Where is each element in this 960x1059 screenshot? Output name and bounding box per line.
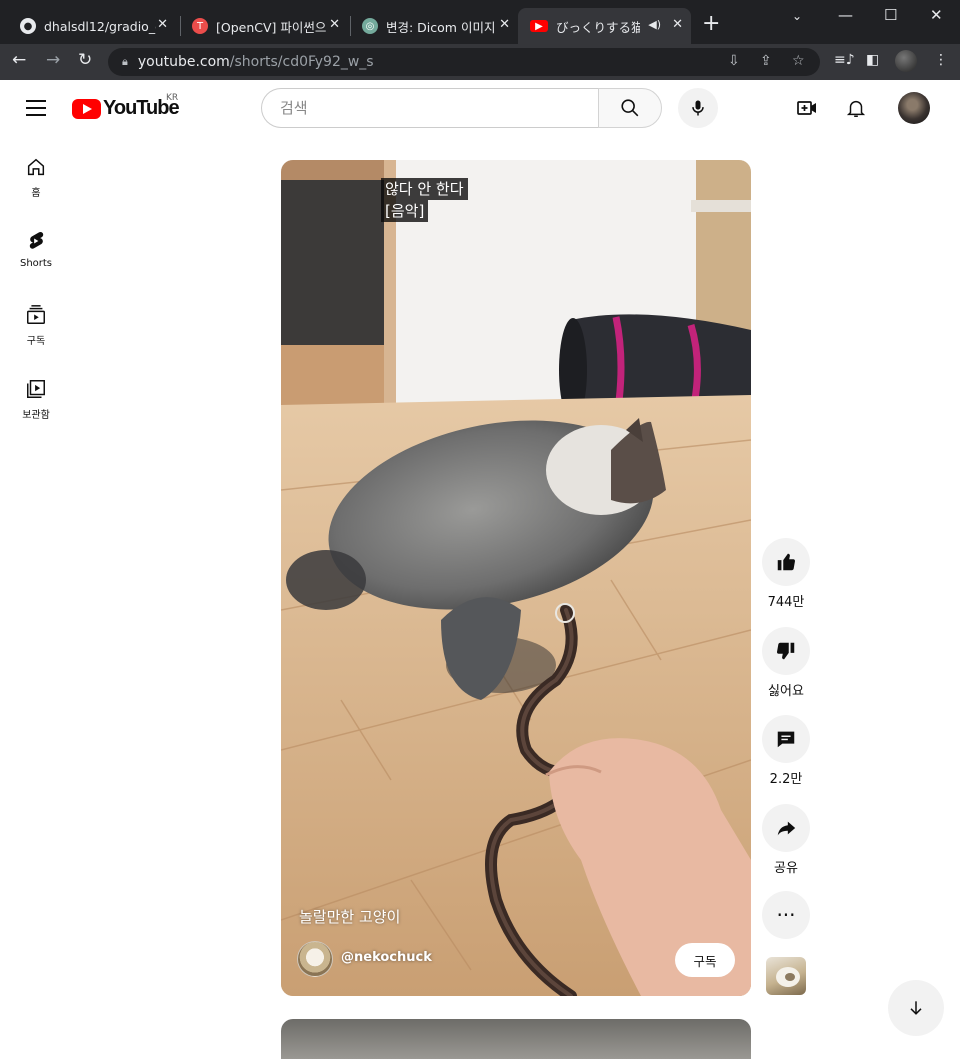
close-icon[interactable]: ✕ (672, 17, 683, 32)
browser-tab-github[interactable]: ● dhalsdl12/gradio_d ✕ (8, 8, 176, 44)
share-label: 공유 (774, 861, 798, 876)
video-frame-cat-and-toy-snake (281, 160, 751, 996)
dislike-button[interactable] (762, 627, 810, 675)
shorts-title[interactable]: 놀랄만한 고양이 (299, 906, 400, 927)
search-button[interactable] (598, 88, 662, 128)
create-video-icon (797, 101, 816, 115)
more-action: ··· (762, 891, 810, 939)
new-tab-button[interactable]: + (702, 13, 720, 35)
guide-item-label: 구독 (26, 336, 46, 347)
forward-icon[interactable]: → (46, 50, 60, 70)
browser-tab-chatgpt[interactable]: ◎ 변경: Dicom 이미지 ✕ (350, 8, 518, 44)
search-input[interactable] (262, 89, 599, 127)
youtube-favicon: ▶ (530, 20, 548, 32)
shorts-video-player[interactable]: 않다 안 한다 [음악] 놀랄만한 고양이 @nekochuck 구독 (281, 160, 751, 996)
tab-title: 변경: Dicom 이미지 (386, 19, 496, 35)
dislike-label: 싫어요 (768, 684, 804, 699)
sound-source-thumbnail[interactable] (766, 957, 806, 995)
browser-menu-icon[interactable]: ⋮ (934, 52, 948, 68)
chatgpt-icon: ◎ (362, 18, 378, 34)
github-icon: ● (20, 18, 36, 34)
channel-avatar[interactable] (297, 941, 333, 977)
speaker-icon[interactable]: ◀) (648, 18, 661, 31)
country-code: KR (166, 93, 179, 103)
close-icon[interactable]: ✕ (329, 17, 340, 32)
next-short-preview[interactable] (281, 1019, 751, 1059)
microphone-icon (692, 100, 704, 116)
like-button[interactable] (762, 538, 810, 586)
guide-menu-icon[interactable] (26, 100, 46, 116)
search-box (261, 88, 599, 128)
comments-action: 2.2만 (762, 715, 810, 787)
browser-toolbar: ← → ↻ 🔒︎ youtube.com/shorts/cd0Fy92_w_s … (0, 44, 960, 80)
guide-item-home[interactable]: 홈 (4, 136, 68, 210)
share-button[interactable] (762, 804, 810, 852)
closed-captions: 않다 안 한다 [음악] (381, 178, 468, 222)
dislike-action: 싫어요 (762, 627, 810, 699)
youtube-play-logo-icon (72, 98, 101, 119)
url-host: youtube.com (137, 54, 230, 70)
caption-line: 않다 안 한다 (381, 178, 468, 200)
reload-icon[interactable]: ↻ (78, 50, 92, 70)
guide-item-shorts[interactable]: Shorts (4, 210, 68, 284)
media-control-icon[interactable]: ≡♪ (834, 52, 855, 68)
create-button[interactable] (795, 96, 819, 120)
minimize-icon[interactable]: — (838, 6, 853, 24)
thumbs-up-icon (777, 553, 796, 571)
more-options-button[interactable]: ··· (762, 891, 810, 939)
search-icon (621, 99, 639, 117)
guide-item-label: 홈 (31, 188, 41, 199)
side-panel-icon[interactable]: ◧ (866, 52, 879, 68)
address-bar[interactable]: 🔒︎ youtube.com/shorts/cd0Fy92_w_s ⇩ ⇪ ☆ (108, 48, 820, 76)
home-icon (27, 158, 45, 176)
close-icon[interactable]: ✕ (157, 17, 168, 32)
tab-title: dhalsdl12/gradio_d (44, 18, 156, 34)
bookmark-star-icon[interactable]: ☆ (792, 53, 805, 69)
next-video-button[interactable] (888, 980, 944, 1036)
sound-thumbnail-image (776, 967, 800, 987)
maximize-icon[interactable]: ☐ (884, 6, 897, 24)
subscribe-button[interactable]: 구독 (675, 943, 735, 977)
back-icon[interactable]: ← (12, 50, 26, 70)
browser-tab-opencv[interactable]: T [OpenCV] 파이썬으 ✕ (180, 8, 348, 44)
library-icon (27, 380, 45, 398)
like-action: 744만 (762, 538, 810, 610)
subscriptions-icon (27, 305, 45, 324)
browser-profile-avatar[interactable] (895, 50, 917, 72)
more-horizontal-icon: ··· (776, 903, 796, 927)
share-page-icon[interactable]: ⇪ (760, 53, 772, 69)
like-count: 744만 (767, 595, 805, 610)
tab-search-icon[interactable]: ⌄ (792, 9, 802, 23)
tab-title: びっくりする猫 (556, 19, 640, 35)
window-close-icon[interactable]: ✕ (930, 6, 943, 24)
comments-button[interactable] (762, 715, 810, 763)
channel-name[interactable]: @nekochuck (341, 950, 432, 965)
tistory-icon: T (192, 18, 208, 34)
bell-icon (846, 100, 866, 117)
comment-icon (777, 731, 795, 748)
shorts-icon (29, 231, 44, 249)
youtube-logo[interactable]: YouTube KR (72, 93, 180, 120)
guide-item-library[interactable]: 보관함 (4, 358, 68, 432)
comment-count: 2.2만 (769, 772, 803, 787)
close-icon[interactable]: ✕ (499, 17, 510, 32)
url-path: /shorts/cd0Fy92_w_s (229, 54, 374, 70)
install-app-icon[interactable]: ⇩ (728, 53, 740, 69)
browser-tabstrip: ● dhalsdl12/gradio_d ✕ T [OpenCV] 파이썬으 ✕… (0, 0, 960, 44)
share-arrow-icon (777, 821, 796, 836)
account-avatar[interactable] (898, 92, 930, 124)
thumbs-down-icon (776, 642, 795, 660)
browser-tab-youtube[interactable]: ▶ びっくりする猫 ◀) ✕ (518, 8, 691, 44)
notifications-button[interactable] (844, 96, 868, 120)
share-action: 공유 (762, 804, 810, 876)
guide-item-label: Shorts (19, 258, 53, 269)
youtube-masthead: YouTube KR (0, 80, 960, 136)
voice-search-button[interactable] (678, 88, 718, 128)
lock-icon: 🔒︎ (122, 55, 128, 68)
caption-line: [음악] (381, 200, 429, 222)
guide-item-subscriptions[interactable]: 구독 (4, 284, 68, 358)
arrow-down-icon (910, 1001, 922, 1015)
tab-title: [OpenCV] 파이썬으 (216, 19, 327, 35)
guide-item-label: 보관함 (22, 410, 50, 421)
